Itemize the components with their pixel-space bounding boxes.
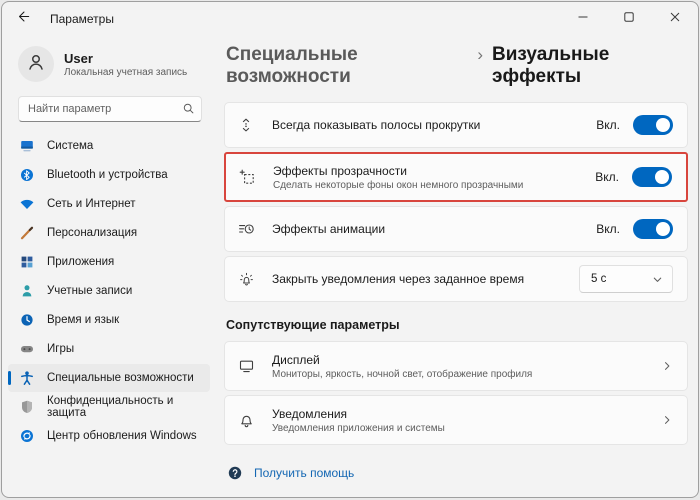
sidebar-item-label: Система [47, 140, 94, 152]
user-name: User [64, 50, 93, 66]
search-input[interactable] [18, 96, 202, 122]
feedback-icon [227, 496, 243, 497]
transparency-toggle[interactable] [632, 167, 672, 187]
bluetooth-icon [19, 167, 35, 183]
sidebar-item-personalization[interactable]: Персонализация [8, 219, 210, 247]
toggle-state-label: Вкл. [595, 170, 619, 184]
animation-icon [238, 221, 258, 237]
scrollbars-toggle[interactable] [633, 115, 673, 135]
sidebar-item-label: Bluetooth и устройства [47, 169, 168, 181]
footer-links: Получить помощь Отправить отзыв [224, 465, 688, 497]
accounts-icon [19, 283, 35, 299]
related-settings-header: Сопутствующие параметры [226, 318, 400, 332]
scrollbar-icon [238, 117, 258, 133]
sidebar-item-label: Сеть и Интернет [47, 198, 136, 210]
sidebar-item-bluetooth[interactable]: Bluetooth и устройства [8, 161, 210, 189]
display-icon [238, 358, 258, 374]
sidebar-item-privacy[interactable]: Конфиденциальность и защита [8, 393, 210, 421]
related-subtitle: Мониторы, яркость, ночной свет, отображе… [272, 368, 533, 380]
send-feedback-link[interactable]: Отправить отзыв [227, 496, 349, 497]
sidebar-item-label: Приложения [47, 256, 115, 268]
user-account[interactable]: User Локальная учетная запись [2, 40, 216, 92]
sidebar-item-network[interactable]: Сеть и Интернет [8, 190, 210, 218]
minimize-button[interactable] [560, 2, 606, 36]
sidebar-item-accessibility[interactable]: Специальные возможности [8, 364, 210, 392]
chevron-right-icon [661, 360, 673, 372]
sidebar-item-apps[interactable]: Приложения [8, 248, 210, 276]
setting-row-notification-timeout: Закрыть уведомления через заданное время… [224, 256, 688, 302]
minimize-icon [577, 10, 589, 28]
maximize-icon [623, 10, 635, 28]
sidebar-item-games[interactable]: Игры [8, 335, 210, 363]
sidebar-item-label: Время и язык [47, 314, 120, 326]
network-icon [19, 196, 35, 212]
timeout-dropdown-value: 5 с [591, 273, 607, 285]
help-icon [227, 465, 243, 481]
sidebar: User Локальная учетная запись Система Bl… [2, 36, 216, 497]
setting-row-transparency: Эффекты прозрачности Сделать некоторые ф… [224, 152, 688, 202]
close-icon [669, 10, 681, 28]
setting-row-animation: Эффекты анимации Вкл. [224, 206, 688, 252]
apps-icon [19, 254, 35, 270]
system-icon [19, 138, 35, 154]
related-title: Уведомления [272, 406, 348, 421]
privacy-icon [19, 399, 35, 415]
user-subtitle: Локальная учетная запись [64, 66, 188, 78]
sidebar-item-accounts[interactable]: Учетные записи [8, 277, 210, 305]
setting-title: Эффекты анимации [272, 222, 386, 236]
sidebar-item-label: Центр обновления Windows [47, 430, 197, 442]
back-arrow-icon [15, 9, 30, 29]
games-icon [19, 341, 35, 357]
setting-title: Эффекты прозрачности [273, 163, 407, 178]
personalization-icon [19, 225, 35, 241]
sidebar-item-label: Специальные возможности [47, 372, 194, 384]
animation-toggle[interactable] [633, 219, 673, 239]
bell-icon [238, 412, 258, 428]
window-controls [560, 2, 698, 36]
sidebar-item-label: Учетные записи [47, 285, 133, 297]
back-button[interactable] [2, 2, 42, 36]
timeout-dropdown[interactable]: 5 с [579, 265, 673, 293]
timed-notification-icon [238, 271, 258, 287]
sidebar-item-system[interactable]: Система [8, 132, 210, 160]
sidebar-item-label: Игры [47, 343, 75, 355]
avatar [18, 46, 54, 82]
related-row-display[interactable]: Дисплей Мониторы, яркость, ночной свет, … [224, 341, 688, 391]
search-icon [182, 102, 195, 120]
window-title: Параметры [50, 12, 114, 26]
link-label: Получить помощь [254, 466, 355, 480]
close-button[interactable] [652, 2, 698, 36]
transparency-icon [239, 169, 259, 185]
breadcrumb: Специальные возможности › Визуальные эфф… [226, 44, 688, 88]
related-title: Дисплей [272, 352, 320, 367]
setting-title: Закрыть уведомления через заданное время [272, 272, 525, 286]
setting-row-scrollbars: Всегда показывать полосы прокрутки Вкл. [224, 102, 688, 148]
get-help-link[interactable]: Получить помощь [227, 465, 354, 481]
settings-window: Параметры User Локальная учетная запись … [1, 1, 699, 498]
maximize-button[interactable] [606, 2, 652, 36]
page-title: Визуальные эффекты [492, 44, 610, 87]
breadcrumb-parent[interactable]: Специальные возможности [226, 44, 468, 88]
titlebar: Параметры [2, 2, 698, 36]
person-icon [26, 52, 46, 77]
sidebar-item-windows-update[interactable]: Центр обновления Windows [8, 422, 210, 450]
breadcrumb-separator-icon: › [477, 45, 484, 64]
sidebar-item-time-language[interactable]: Время и язык [8, 306, 210, 334]
toggle-state-label: Вкл. [596, 118, 620, 132]
related-row-notifications[interactable]: Уведомления Уведомления приложения и сис… [224, 395, 688, 445]
sidebar-item-label: Конфиденциальность и защита [47, 395, 174, 419]
toggle-state-label: Вкл. [596, 222, 620, 236]
setting-title: Всегда показывать полосы прокрутки [272, 118, 481, 132]
setting-subtitle: Сделать некоторые фоны окон немного проз… [273, 179, 524, 191]
chevron-right-icon [661, 414, 673, 426]
accessibility-icon [19, 370, 35, 386]
content-pane: Специальные возможности › Визуальные эфф… [216, 36, 698, 497]
windows-update-icon [19, 428, 35, 444]
related-subtitle: Уведомления приложения и системы [272, 422, 445, 434]
time-language-icon [19, 312, 35, 328]
chevron-down-icon [652, 274, 663, 285]
sidebar-item-label: Персонализация [47, 227, 138, 239]
sidebar-nav: Система Bluetooth и устройства Сеть и Ин… [2, 132, 216, 450]
